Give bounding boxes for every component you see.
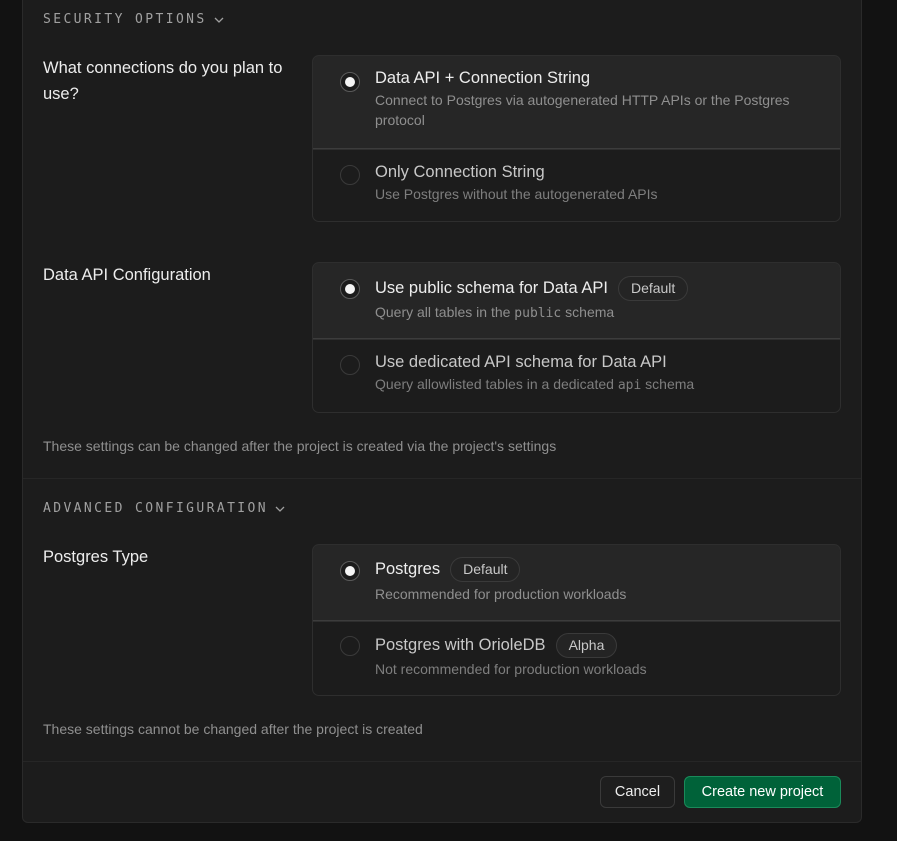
radio-button-unchecked[interactable] — [340, 636, 360, 656]
option-description: Use Postgres without the autogenerated A… — [375, 186, 658, 202]
option-postgres-orioledb[interactable]: Postgres with OrioleDB Alpha Not recomme… — [313, 621, 840, 695]
create-new-project-button[interactable]: Create new project — [684, 776, 841, 808]
radio-button-unchecked[interactable] — [340, 165, 360, 185]
data-api-question: Data API Configuration — [43, 266, 211, 284]
data-api-radio-group: Use public schema for Data API Default Q… — [312, 262, 841, 413]
default-badge: Default — [617, 276, 689, 301]
option-title: Data API + Connection String — [375, 69, 591, 87]
cancel-button[interactable]: Cancel — [600, 776, 675, 808]
code-public: public — [514, 306, 562, 321]
security-options-header: SECURITY OPTIONS — [43, 12, 207, 27]
connections-question: What connections do you plan to use? — [43, 59, 283, 103]
chevron-down-icon — [275, 506, 285, 512]
option-title: Use public schema for Data API — [375, 279, 608, 297]
code-api: api — [617, 378, 642, 393]
security-options-toggle[interactable]: SECURITY OPTIONS — [43, 12, 225, 27]
postgres-type-radio-group: Postgres Default Recommended for product… — [312, 544, 841, 696]
option-title: Only Connection String — [375, 163, 545, 181]
default-badge: Default — [450, 557, 521, 582]
chevron-down-icon — [214, 17, 224, 23]
option-title: Use dedicated API schema for Data API — [375, 353, 667, 371]
option-description: Connect to Postgres via autogenerated HT… — [375, 92, 790, 128]
option-description: Not recommended for production workloads — [375, 661, 647, 677]
option-description: Query allowlisted tables in a dedicated … — [375, 376, 695, 393]
option-title: Postgres — [375, 560, 441, 578]
radio-button-checked[interactable] — [340, 279, 360, 299]
security-note: These settings can be changed after the … — [43, 438, 557, 454]
option-dedicated-schema[interactable]: Use dedicated API schema for Data API Qu… — [313, 339, 840, 412]
radio-button-checked[interactable] — [340, 72, 360, 92]
option-description: Query all tables in the public schema — [375, 304, 615, 321]
option-public-schema[interactable]: Use public schema for Data API Default Q… — [313, 263, 840, 339]
postgres-type-question: Postgres Type — [43, 548, 149, 566]
advanced-configuration-toggle[interactable]: ADVANCED CONFIGURATION — [43, 501, 286, 516]
option-data-api-connection-string[interactable]: Data API + Connection String Connect to … — [313, 56, 840, 149]
footer-divider — [23, 761, 861, 762]
radio-button-checked[interactable] — [340, 561, 360, 581]
option-only-connection-string[interactable]: Only Connection String Use Postgres with… — [313, 149, 840, 221]
alpha-badge: Alpha — [555, 633, 618, 658]
section-divider — [23, 478, 861, 479]
option-postgres[interactable]: Postgres Default Recommended for product… — [313, 545, 840, 621]
option-title: Postgres with OrioleDB — [375, 636, 546, 654]
radio-button-unchecked[interactable] — [340, 355, 360, 375]
connections-radio-group: Data API + Connection String Connect to … — [312, 55, 841, 222]
advanced-note: These settings cannot be changed after t… — [43, 721, 423, 737]
option-description: Recommended for production workloads — [375, 586, 627, 602]
advanced-configuration-header: ADVANCED CONFIGURATION — [43, 501, 268, 516]
